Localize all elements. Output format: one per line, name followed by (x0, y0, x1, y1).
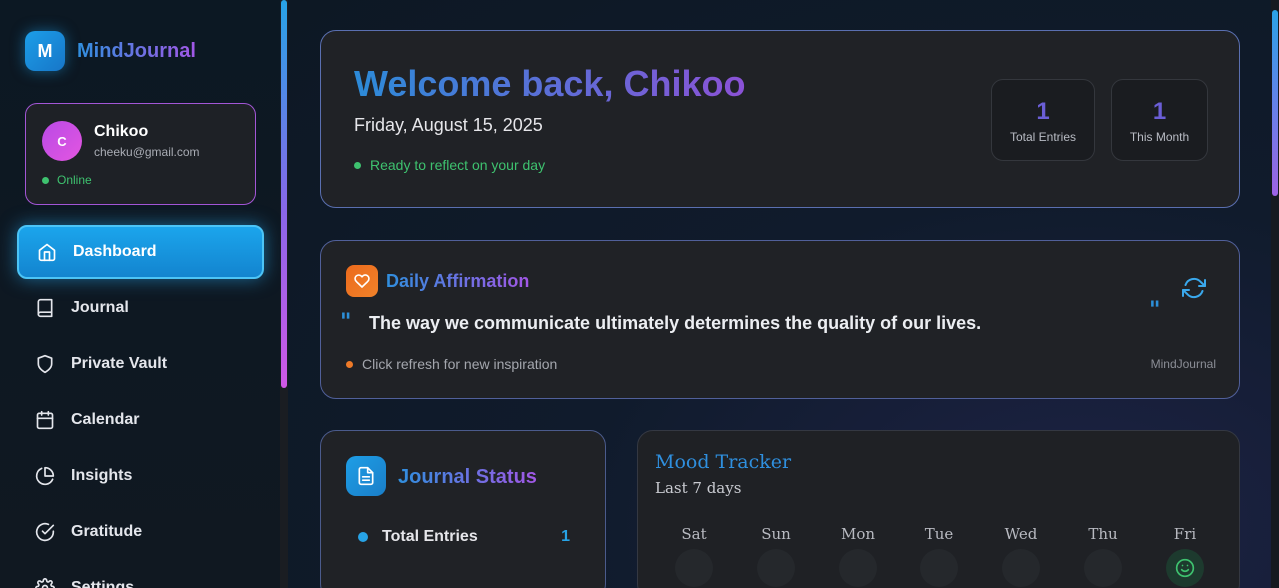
refresh-icon[interactable] (1182, 276, 1206, 300)
sidebar-item-calendar[interactable]: Calendar (17, 393, 264, 447)
affirmation-quote: The way we communicate ultimately determ… (369, 313, 982, 333)
list-item-value: 1 (561, 528, 570, 545)
list-item-label: Total Entries (382, 528, 478, 545)
bullet-icon (358, 532, 368, 542)
calendar-icon (36, 410, 54, 430)
current-date: Friday, August 15, 2025 (354, 115, 543, 135)
day-label: Mon (840, 525, 876, 543)
sidebar-item-insights[interactable]: Insights (17, 449, 264, 503)
online-dot-icon (42, 176, 49, 184)
list-item: Total Entries 1 (358, 528, 570, 546)
mood-day-sat[interactable] (675, 549, 713, 587)
day-label: Sat (681, 525, 707, 543)
check-circle-icon (35, 522, 55, 542)
hint-dot-icon (346, 360, 353, 368)
mood-day-thu[interactable] (1084, 549, 1122, 587)
sidebar-item-label: Calendar (71, 411, 140, 428)
stat-value: 1 (1036, 98, 1050, 125)
mood-tracker-card: Mood Tracker Last 7 days Sat Sun Mon Tue… (637, 430, 1240, 588)
book-icon (37, 298, 53, 318)
stat-value: 1 (1152, 98, 1167, 125)
day-label: Tue (924, 525, 954, 543)
user-status-label: Online (57, 173, 92, 187)
shield-icon (37, 354, 53, 374)
sidebar-item-label: Private Vault (71, 355, 168, 372)
page-title: Welcome back, Chikoo (354, 63, 746, 104)
day-label: Thu (1088, 525, 1118, 543)
sidebar-item-settings[interactable]: Settings (17, 561, 264, 588)
sidebar-item-private-vault[interactable]: Private Vault (17, 337, 264, 391)
sidebar-item-label: Settings (71, 579, 135, 588)
user-email: cheeku@gmail.com (94, 145, 200, 159)
day-label: Fri (1173, 525, 1197, 543)
sidebar-scrollbar-thumb[interactable] (281, 0, 287, 388)
quote-open-icon: " (340, 309, 352, 335)
sidebar-item-label: Gratitude (71, 523, 143, 540)
logo-letter: M (37, 40, 53, 61)
day-label: Sun (761, 525, 791, 543)
pie-chart-icon (35, 466, 55, 486)
sidebar: M MindJournal C Chikoo cheeku@gmail.com … (0, 0, 288, 588)
logo-badge: M (25, 31, 65, 71)
mood-day-fri[interactable] (1166, 549, 1204, 587)
welcome-status: Ready to reflect on your day (354, 157, 545, 173)
main-scrollbar-thumb[interactable] (1272, 10, 1278, 196)
journal-status-card: Journal Status Total Entries 1 (320, 430, 606, 588)
avatar-initial: C (57, 133, 67, 149)
user-status: Online (42, 173, 92, 187)
affirmation-hint-label: Click refresh for new inspiration (362, 356, 558, 372)
welcome-card: Welcome back, Chikoo Friday, August 15, … (320, 30, 1240, 208)
app-name: MindJournal (77, 40, 196, 62)
sidebar-item-label: Dashboard (73, 243, 157, 260)
journal-status-title: Journal Status (398, 466, 537, 488)
affirmation-card: Daily Affirmation " The way we communica… (320, 240, 1240, 399)
mood-day-mon[interactable] (839, 549, 877, 587)
stat-label: This Month (1129, 130, 1190, 144)
stat-this-month: 1 This Month (1111, 79, 1208, 161)
affirmation-hint: Click refresh for new inspiration (346, 356, 557, 372)
heart-icon (346, 265, 378, 297)
home-icon (38, 243, 56, 262)
smile-icon (1175, 558, 1195, 578)
sidebar-item-label: Journal (71, 299, 129, 316)
status-dot-icon (354, 161, 361, 169)
sidebar-item-dashboard[interactable]: Dashboard (17, 225, 264, 279)
mood-tracker-subtitle: Last 7 days (655, 479, 742, 497)
day-label: Wed (1004, 525, 1038, 543)
mood-tracker-title: Mood Tracker (655, 451, 792, 473)
quote-close-icon: " (1149, 297, 1161, 323)
mood-day-wed[interactable] (1002, 549, 1040, 587)
user-name: Chikoo (94, 123, 149, 140)
welcome-status-label: Ready to reflect on your day (370, 157, 546, 173)
gear-icon (35, 578, 55, 588)
stat-label: Total Entries (1009, 130, 1077, 144)
avatar: C (42, 121, 82, 161)
mood-day-tue[interactable] (920, 549, 958, 587)
document-icon (346, 456, 386, 496)
sidebar-item-journal[interactable]: Journal (17, 281, 264, 335)
sidebar-item-label: Insights (71, 467, 133, 484)
user-card[interactable]: C Chikoo cheeku@gmail.com Online (25, 103, 256, 205)
affirmation-title: Daily Affirmation (386, 271, 530, 291)
affirmation-brand: MindJournal (1150, 357, 1216, 371)
mood-day-sun[interactable] (757, 549, 795, 587)
sidebar-item-gratitude[interactable]: Gratitude (17, 505, 264, 559)
stat-total-entries: 1 Total Entries (991, 79, 1095, 161)
